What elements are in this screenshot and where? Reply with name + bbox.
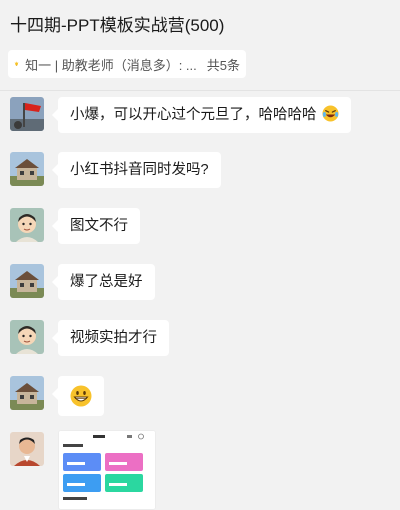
chat-header: 十四期-PPT模板实战营(500) 知一 | 助教老师（消息多）: ... 共5… — [0, 0, 400, 91]
house-avatar[interactable] — [10, 376, 44, 410]
house-avatar[interactable] — [10, 152, 44, 186]
pinned-message-bar[interactable]: 知一 | 助教老师（消息多）: ... 共5条 — [8, 50, 246, 78]
message-text: 小爆，可以开心过个元旦了，哈哈哈哈 — [70, 107, 317, 123]
lightbulb-icon — [14, 55, 19, 73]
house-avatar[interactable] — [10, 264, 44, 298]
grinning-emoji — [70, 385, 92, 407]
flag-avatar[interactable] — [10, 97, 44, 131]
message-bubble[interactable]: 爆了总是好 — [58, 264, 155, 300]
app-screenshot-thumbnail[interactable] — [58, 430, 156, 510]
message-bubble[interactable]: 小红书抖音同时发吗? — [58, 152, 221, 188]
message-bubble[interactable] — [58, 376, 104, 416]
laughing-tears-emoji — [322, 105, 339, 122]
message-bubble[interactable]: 图文不行 — [58, 208, 140, 244]
cartoon-boy-avatar[interactable] — [10, 320, 44, 354]
chat-title[interactable]: 十四期-PPT模板实战营(500) — [10, 11, 224, 36]
pinned-text: 知一 | 助教老师（消息多）: ... — [25, 55, 197, 74]
message-bubble[interactable]: 小爆，可以开心过个元旦了，哈哈哈哈 — [58, 97, 351, 133]
pinned-count: 共5条 — [207, 55, 240, 74]
man-photo-avatar[interactable] — [10, 432, 44, 466]
cartoon-boy-avatar[interactable] — [10, 208, 44, 242]
message-bubble[interactable]: 视频实拍才行 — [58, 320, 169, 356]
